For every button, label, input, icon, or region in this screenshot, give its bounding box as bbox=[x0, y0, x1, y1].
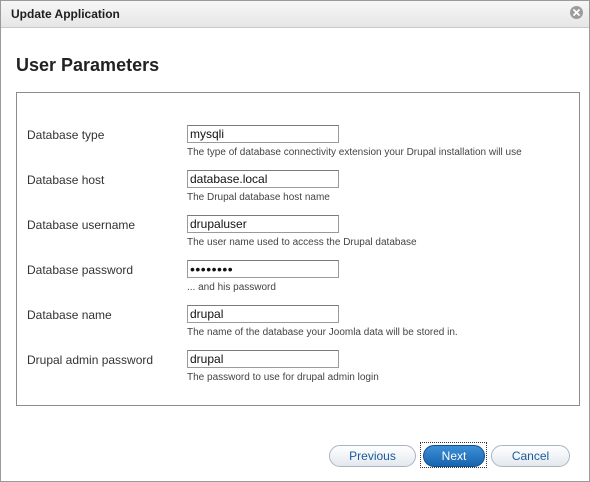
database-password-label: Database password bbox=[27, 263, 134, 277]
database-password-help: ... and his password bbox=[187, 282, 276, 293]
cancel-button[interactable]: Cancel bbox=[491, 445, 570, 467]
form-row-database-type: Database type The type of database conne… bbox=[17, 125, 579, 165]
form-row-drupal-admin-password: Drupal admin password The password to us… bbox=[17, 350, 579, 390]
database-name-help: The name of the database your Joomla dat… bbox=[187, 327, 458, 338]
database-host-input[interactable] bbox=[187, 170, 339, 188]
database-host-label: Database host bbox=[27, 173, 105, 187]
database-password-input[interactable] bbox=[187, 260, 339, 278]
dialog-title: Update Application bbox=[11, 7, 120, 21]
drupal-admin-password-label: Drupal admin password bbox=[27, 353, 154, 367]
form-row-database-password: Database password ... and his password bbox=[17, 260, 579, 300]
user-parameters-form: Database type The type of database conne… bbox=[16, 92, 580, 406]
database-username-input[interactable] bbox=[187, 215, 339, 233]
previous-button[interactable]: Previous bbox=[329, 445, 416, 467]
database-username-help: The user name used to access the Drupal … bbox=[187, 237, 417, 248]
database-type-help: The type of database connectivity extens… bbox=[187, 147, 522, 158]
database-username-label: Database username bbox=[27, 218, 136, 232]
dialog-titlebar: Update Application bbox=[1, 1, 589, 28]
close-icon[interactable] bbox=[570, 6, 583, 19]
database-type-input[interactable] bbox=[187, 125, 339, 143]
form-row-database-host: Database host The Drupal database host n… bbox=[17, 170, 579, 210]
form-row-database-username: Database username The user name used to … bbox=[17, 215, 579, 255]
database-name-label: Database name bbox=[27, 308, 112, 322]
page-title: User Parameters bbox=[16, 55, 160, 75]
next-button[interactable]: Next bbox=[423, 445, 485, 467]
database-host-help: The Drupal database host name bbox=[187, 192, 330, 203]
update-application-dialog: Update Application User Parameters Datab… bbox=[0, 0, 590, 482]
drupal-admin-password-input[interactable] bbox=[187, 350, 339, 368]
form-row-database-name: Database name The name of the database y… bbox=[17, 305, 579, 345]
database-name-input[interactable] bbox=[187, 305, 339, 323]
drupal-admin-password-help: The password to use for drupal admin log… bbox=[187, 372, 379, 383]
database-type-label: Database type bbox=[27, 128, 105, 142]
